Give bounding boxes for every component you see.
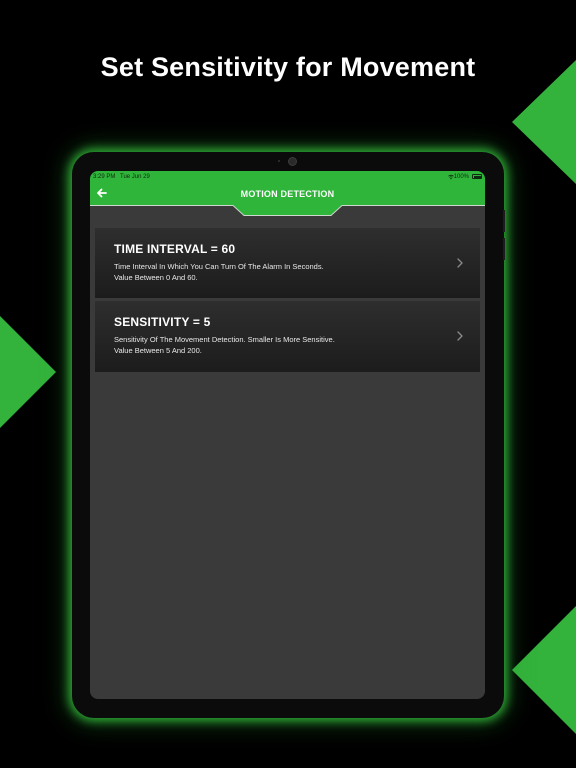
- status-bar: 3:29 PM Tue Jun 29 100%: [90, 171, 485, 183]
- setting-description: Sensitivity Of The Movement Detection. S…: [114, 335, 335, 355]
- setting-row-sensitivity[interactable]: SENSITIVITY = 5 Sensitivity Of The Movem…: [95, 301, 480, 372]
- setting-title: SENSITIVITY = 5: [114, 315, 211, 329]
- chevron-right-icon: [457, 331, 463, 341]
- battery-icon: [472, 174, 482, 179]
- tablet-side-button: [503, 238, 505, 260]
- decorative-triangle-left: [0, 316, 56, 428]
- screen-title: MOTION DETECTION: [240, 189, 335, 199]
- promo-headline: Set Sensitivity for Movement: [100, 52, 476, 82]
- battery-percent: 100%: [453, 174, 469, 180]
- tablet-side-button: [503, 210, 505, 232]
- tablet-sensor: [278, 160, 280, 162]
- status-time: 3:29 PM: [93, 174, 116, 180]
- battery-level: [473, 175, 481, 178]
- setting-row-time-interval[interactable]: TIME INTERVAL = 60 Time Interval In Whic…: [95, 228, 480, 298]
- setting-description: Time Interval In Which You Can Turn Of T…: [114, 262, 324, 282]
- decorative-triangle-bottom-right: [512, 606, 576, 734]
- chevron-right-icon: [457, 258, 463, 268]
- setting-title: TIME INTERVAL = 60: [114, 242, 236, 256]
- decorative-triangle-top-right: [512, 60, 576, 184]
- status-date: Tue Jun 29: [120, 174, 150, 180]
- tablet-camera: [288, 157, 297, 166]
- app-screen: 3:29 PM Tue Jun 29 100% MOTION DETECTION…: [90, 171, 485, 699]
